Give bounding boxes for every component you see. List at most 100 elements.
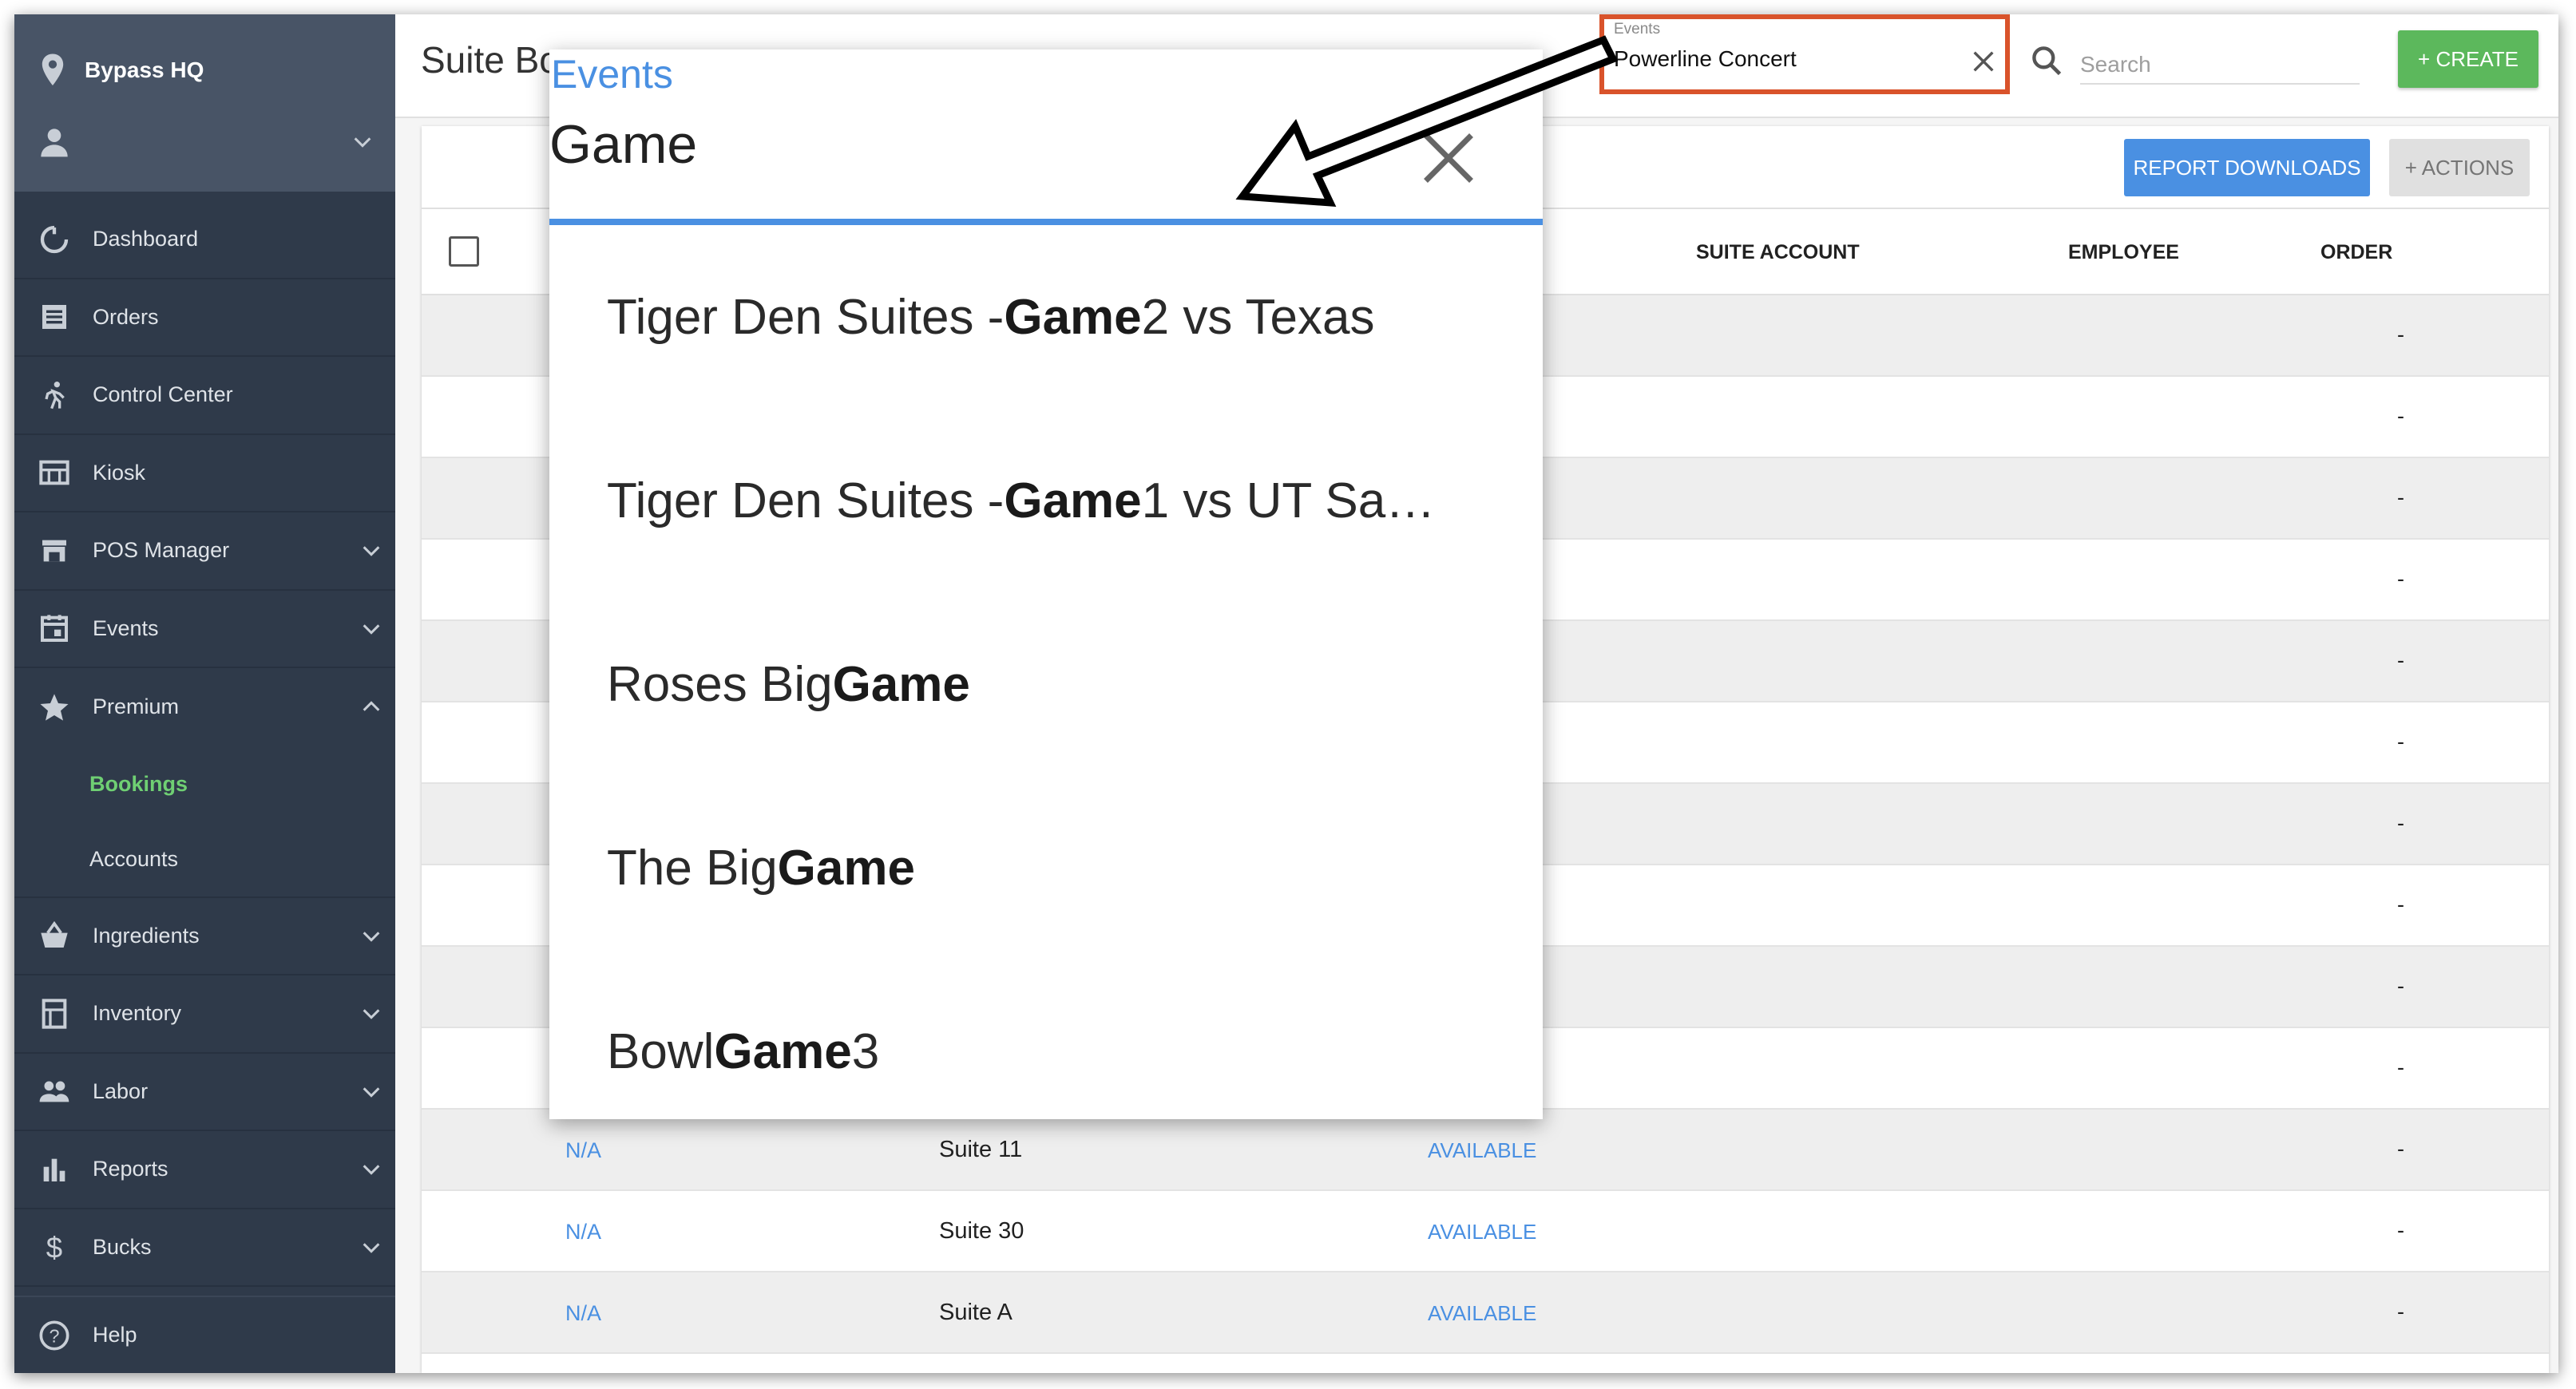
events-filter-field[interactable]: Events Powerline Concert xyxy=(1599,14,2010,94)
order-cell: - xyxy=(2397,811,2404,835)
dollar-icon: $ xyxy=(46,1232,62,1264)
sidebar-item-label: Labor xyxy=(93,1078,149,1103)
venue-selector[interactable]: Bypass HQ xyxy=(38,46,204,94)
option-match: Game xyxy=(714,1023,852,1079)
chevron-down-icon xyxy=(363,546,380,556)
event-option[interactable]: The Big Game xyxy=(549,776,1543,960)
clear-icon[interactable] xyxy=(1970,48,1997,75)
sidebar-item-label: Orders xyxy=(93,304,159,329)
svg-text:?: ? xyxy=(50,1325,60,1346)
help-icon: ? xyxy=(39,1320,69,1350)
sidebar-item-label: Ingredients xyxy=(93,923,200,948)
option-match: Game xyxy=(1004,289,1142,345)
actions-button[interactable]: + ACTIONS xyxy=(2389,139,2530,196)
sidebar: Bypass HQ Dashboard Orders Control Cente… xyxy=(14,14,395,1373)
sidebar-item-pos-manager[interactable]: POS Manager xyxy=(14,512,395,591)
sidebar-item-ingredients[interactable]: Ingredients xyxy=(14,898,395,975)
svg-text:$: $ xyxy=(46,1232,62,1264)
sidebar-item-dashboard[interactable]: Dashboard xyxy=(14,201,395,279)
close-icon[interactable] xyxy=(1418,128,1479,188)
order-cell: - xyxy=(2397,1300,2404,1324)
events-field-label: Events xyxy=(551,52,673,97)
sidebar-item-orders[interactable]: Orders xyxy=(14,279,395,357)
sidebar-item-labor[interactable]: Labor xyxy=(14,1054,395,1131)
column-header-order[interactable]: ORDER xyxy=(2320,241,2392,264)
option-text: Bowl xyxy=(607,1023,715,1079)
create-button[interactable]: + CREATE xyxy=(2398,30,2538,88)
location-pin-icon xyxy=(42,53,64,86)
event-option[interactable]: Tiger Den Suites - Game 2 vs Texas xyxy=(549,225,1543,409)
events-filter-value: Powerline Concert xyxy=(1614,46,1797,71)
sidebar-item-control-center[interactable]: Control Center xyxy=(14,357,395,435)
order-cell: - xyxy=(2397,974,2404,998)
option-text: 3 xyxy=(851,1023,880,1079)
status-link[interactable]: N/A xyxy=(565,1301,601,1326)
order-cell: - xyxy=(2397,404,2404,428)
availability-link[interactable]: AVAILABLE xyxy=(1428,1220,1536,1245)
search-icon xyxy=(2032,46,2062,76)
sidebar-item-premium[interactable]: Premium xyxy=(14,668,395,746)
sidebar-subitem-bookings[interactable]: Bookings xyxy=(14,746,395,822)
option-match: Game xyxy=(832,656,970,712)
event-option[interactable]: Roses Big Game xyxy=(549,592,1543,776)
option-text: Roses Big xyxy=(607,656,833,712)
chevron-down-icon xyxy=(363,1086,380,1098)
order-cell: - xyxy=(2397,567,2404,591)
search-input[interactable] xyxy=(2080,46,2360,85)
table-row[interactable]: N/A Suite 30 AVAILABLE - xyxy=(422,1191,2549,1272)
chevron-down-icon xyxy=(363,1165,380,1175)
sidebar-nav: Dashboard Orders Control Center Kiosk PO… xyxy=(14,201,395,1287)
sidebar-item-label: POS Manager xyxy=(93,538,230,563)
status-link[interactable]: N/A xyxy=(565,1220,601,1245)
people-icon xyxy=(39,1081,69,1102)
sidebar-item-kiosk[interactable]: Kiosk xyxy=(14,435,395,512)
event-options-list: Tiger Den Suites - Game 2 vs Texas Tiger… xyxy=(549,225,1543,1143)
venue-name: Bypass HQ xyxy=(85,57,204,82)
order-cell: - xyxy=(2397,1218,2404,1242)
help-label: Help xyxy=(93,1323,137,1347)
user-menu[interactable] xyxy=(38,118,374,166)
star-icon xyxy=(40,694,69,721)
event-option[interactable]: Tiger Den Suites - Game 1 vs UT Sa… xyxy=(549,409,1543,592)
sidebar-item-label: Bucks xyxy=(93,1234,152,1259)
column-header-employee[interactable]: EMPLOYEE xyxy=(2068,241,2179,264)
order-cell: - xyxy=(2397,323,2404,346)
order-cell: - xyxy=(2397,648,2404,672)
select-all-checkbox[interactable] xyxy=(449,236,479,267)
suite-name: Suite A xyxy=(939,1300,1013,1325)
events-filter-label: Events xyxy=(1614,21,1661,38)
availability-link[interactable]: AVAILABLE xyxy=(1428,1301,1536,1326)
order-cell: - xyxy=(2397,892,2404,916)
chevron-down-icon xyxy=(354,137,371,148)
order-cell: - xyxy=(2397,1055,2404,1079)
column-header-suite-account[interactable]: SUITE ACCOUNT xyxy=(1696,241,1860,264)
pos-icon xyxy=(42,540,66,562)
option-text: 2 vs Texas xyxy=(1141,289,1375,345)
report-downloads-button[interactable]: REPORT DOWNLOADS xyxy=(2124,139,2370,196)
option-match: Game xyxy=(777,840,915,896)
chevron-down-icon xyxy=(363,623,380,635)
sidebar-item-reports[interactable]: Reports xyxy=(14,1131,395,1209)
chevron-down-icon xyxy=(363,1009,380,1019)
person-icon xyxy=(41,129,68,157)
sidebar-item-inventory[interactable]: Inventory xyxy=(14,975,395,1054)
app-window: Bypass HQ Dashboard Orders Control Cente… xyxy=(14,14,2558,1373)
kiosk-icon xyxy=(39,460,69,485)
option-text: Tiger Den Suites - xyxy=(607,289,1005,345)
sidebar-item-label: Events xyxy=(93,615,159,640)
sidebar-item-events[interactable]: Events xyxy=(14,591,395,668)
sidebar-item-help[interactable]: ? Help xyxy=(14,1296,395,1373)
sidebar-item-label: Dashboard xyxy=(93,227,199,251)
orders-icon xyxy=(42,305,66,330)
table-row[interactable]: N/A Suite A AVAILABLE - xyxy=(422,1272,2549,1354)
option-text: 1 vs UT Sa… xyxy=(1141,473,1436,528)
event-option[interactable]: Bowl Game 3 xyxy=(549,960,1543,1143)
sidebar-subitem-accounts[interactable]: Accounts xyxy=(14,822,395,898)
dashboard-icon xyxy=(40,225,69,253)
bar-chart-icon xyxy=(43,1158,65,1181)
chevron-down-icon xyxy=(363,931,380,942)
events-search-query[interactable]: Game xyxy=(549,113,697,176)
events-autocomplete-dropdown: Events Game Tiger Den Suites - Game 2 vs… xyxy=(549,49,1543,1119)
inventory-icon xyxy=(42,999,67,1029)
sidebar-item-bucks[interactable]: $ Bucks xyxy=(14,1209,395,1287)
